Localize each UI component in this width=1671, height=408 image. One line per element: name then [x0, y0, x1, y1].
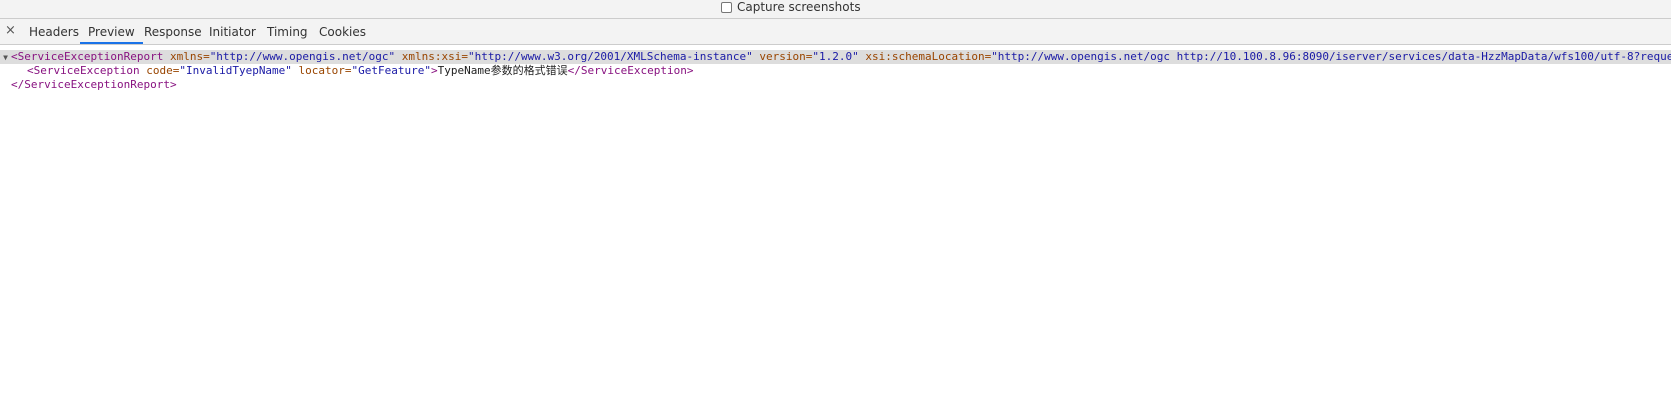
tab-preview[interactable]: Preview	[80, 19, 143, 44]
child-attr-code-value: "InvalidTyepName"	[179, 64, 292, 77]
capture-toolbar: Capture screenshots	[0, 0, 1671, 19]
capture-screenshots-control[interactable]: Capture screenshots	[721, 0, 861, 14]
root-attr-xmlns-xsi-value: "http://www.w3.org/2001/XMLSchema-instan…	[467, 50, 753, 63]
child-open-tag: <ServiceException	[27, 64, 140, 77]
close-icon[interactable]: ×	[5, 23, 16, 39]
root-attr-schema-location-value: "http://www.opengis.net/ogc http://10.10…	[991, 50, 1671, 63]
root-open-tag: <ServiceExceptionReport	[11, 50, 164, 63]
xml-root-close-line: </ServiceExceptionReport>	[11, 78, 177, 92]
child-text-content: TypeName参数的格式错误	[437, 64, 568, 77]
child-open-close-bracket: >	[431, 64, 438, 77]
root-end-tag: </ServiceExceptionReport>	[11, 78, 177, 91]
tab-timing[interactable]: Timing	[259, 19, 316, 44]
tab-initiator[interactable]: Initiator	[201, 19, 264, 44]
root-attr-xmlns: xmlns=	[163, 50, 210, 63]
tab-cookies[interactable]: Cookies	[311, 19, 374, 44]
triangle-down-icon[interactable]: ▼	[0, 51, 11, 65]
capture-screenshots-checkbox[interactable]	[721, 1, 732, 13]
xml-child-line: <ServiceException code="InvalidTyepName"…	[27, 64, 693, 78]
tab-response[interactable]: Response	[136, 19, 210, 44]
root-attr-xmlns-xsi: xmlns:xsi=	[395, 50, 468, 63]
root-attr-version-value: "1.2.0"	[812, 50, 859, 63]
capture-screenshots-label: Capture screenshots	[737, 0, 861, 14]
root-attr-version: version=	[752, 50, 813, 63]
tab-headers[interactable]: Headers	[21, 19, 87, 44]
xml-root-open-line[interactable]: ▼ <ServiceExceptionReport xmlns="http://w…	[0, 50, 1671, 64]
child-attr-locator-value: "GetFeature"	[351, 64, 432, 77]
root-attr-xmlns-value: "http://www.opengis.net/ogc"	[209, 50, 396, 63]
preview-pane: ▼ <ServiceExceptionReport xmlns="http://w…	[0, 46, 1671, 408]
child-attr-locator: locator=	[291, 64, 352, 77]
child-end-tag: </ServiceException>	[567, 64, 694, 77]
network-detail-tabbar: × Headers Preview Response Initiator Tim…	[0, 19, 1671, 45]
child-attr-code: code=	[139, 64, 180, 77]
root-attr-schema-location: xsi:schemaLocation=	[858, 50, 992, 63]
